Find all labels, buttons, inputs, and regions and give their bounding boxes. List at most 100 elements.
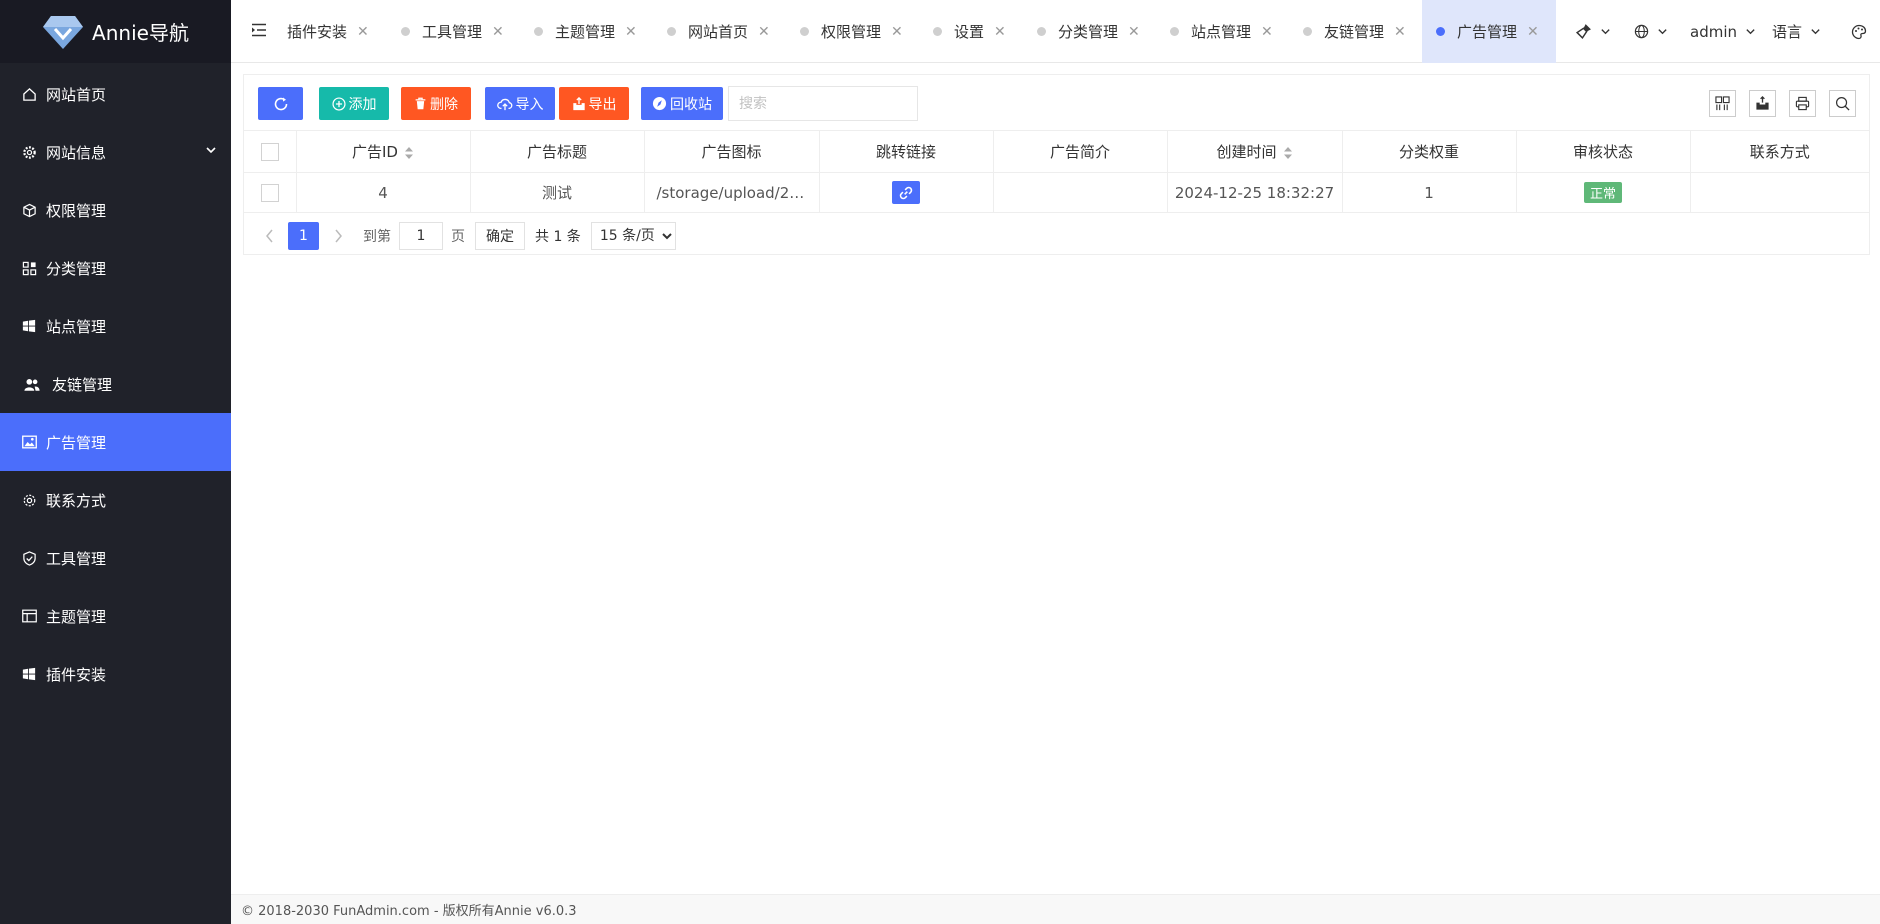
refresh-icon [273,96,289,112]
table-header-row: 广告ID 广告标题 广告图标 跳转链接 广告简介 创建时间 分类权重 审核状态 … [244,130,1869,173]
column-header[interactable]: 广告ID [295,130,471,173]
tab-themes[interactable]: 主题管理 ✕ [534,0,637,63]
tab-links[interactable]: 友链管理 ✕ [1303,0,1406,63]
close-icon[interactable]: ✕ [1128,24,1140,40]
delete-button[interactable]: 删除 [401,87,471,120]
sidebar-item-label: 联系方式 [46,491,107,510]
tab-sites[interactable]: 站点管理 ✕ [1170,0,1273,63]
menu-fold-icon[interactable] [251,22,267,38]
main-content: 添加 删除 导入 导出 回收站 搜索 广告ID 广告标题 广告图标 跳转链接 广… [231,63,1880,894]
close-icon[interactable]: ✕ [625,24,637,40]
goto-page-input[interactable] [399,222,443,250]
close-icon[interactable]: ✕ [1261,24,1273,40]
sidebar-item-links[interactable]: 友链管理 [0,355,231,413]
tab-dot [933,27,942,36]
cell-created: 2024-12-25 18:32:27 [1166,172,1343,213]
image-icon [21,434,37,450]
refresh-button[interactable] [258,87,303,120]
tab-label: 设置 [954,23,985,41]
sidebar-item-home[interactable]: 网站首页 [0,65,231,123]
next-page-icon[interactable] [325,229,351,243]
tab-label: 友链管理 [1324,23,1385,41]
column-filter-button[interactable] [1709,90,1736,117]
sidebar: Annie导航 网站首页 网站信息 权限管理 分类管理 站点管理 友链管理 广告… [0,0,231,924]
sidebar-item-tools[interactable]: 工具管理 [0,529,231,587]
page-size-select[interactable]: 15 条/页 [590,222,676,250]
import-button[interactable]: 导入 [485,87,555,120]
cell-weight: 1 [1341,172,1517,213]
close-icon[interactable]: ✕ [492,24,504,40]
add-label: 添加 [348,96,377,113]
sidebar-item-ads[interactable]: 广告管理 [0,413,231,471]
cell-status: 正常 [1515,172,1691,213]
close-icon[interactable]: ✕ [357,24,369,40]
tab-dot [1170,27,1179,36]
print-button[interactable] [1789,90,1816,117]
windows-icon [21,318,37,334]
sidebar-item-site-info[interactable]: 网站信息 [0,123,231,181]
users-icon [24,376,40,392]
close-icon[interactable]: ✕ [758,24,770,40]
theme-button[interactable] [1851,0,1867,63]
sidebar-item-label: 友链管理 [52,375,113,394]
sidebar-item-themes[interactable]: 主题管理 [0,587,231,645]
select-all-checkbox[interactable] [260,142,279,161]
tab-label: 主题管理 [555,23,616,41]
tab-dot [800,27,809,36]
prev-page-icon[interactable] [256,229,282,243]
tab-settings[interactable]: 设置 ✕ [933,0,1006,63]
pagination: 1 到第 页 确定 共 1 条 15 条/页 [256,222,676,250]
tab-dot [1436,27,1445,36]
column-header: 广告图标 [643,130,820,173]
tab-ads[interactable]: 广告管理 ✕ [1422,0,1556,63]
sidebar-item-categories[interactable]: 分类管理 [0,239,231,297]
sidebar-item-label: 网站首页 [46,85,107,104]
sidebar-item-label: 站点管理 [46,317,107,336]
tab-dot [1303,27,1312,36]
tab-label: 广告管理 [1457,23,1518,41]
search-toggle-button[interactable] [1829,90,1856,117]
close-icon[interactable]: ✕ [1394,24,1406,40]
tab-home[interactable]: 网站首页 ✕ [667,0,770,63]
sidebar-item-label: 工具管理 [46,549,107,568]
tab-tools[interactable]: 工具管理 ✕ [401,0,504,63]
clear-cache-button[interactable] [1575,0,1611,63]
tab-categories[interactable]: 分类管理 ✕ [1037,0,1140,63]
sort-icon[interactable] [404,146,414,160]
page-current[interactable]: 1 [288,222,319,250]
cell-intro [992,172,1168,213]
column-header: 广告标题 [469,130,645,173]
sidebar-item-sites[interactable]: 站点管理 [0,297,231,355]
close-icon[interactable]: ✕ [994,24,1006,40]
user-name: admin [1690,22,1737,41]
site-menu[interactable] [1634,0,1668,63]
tab-plugins[interactable]: 插件安装 ✕ [287,0,369,63]
goto-confirm-button[interactable]: 确定 [475,222,525,250]
tab-permissions[interactable]: 权限管理 ✕ [800,0,903,63]
logo[interactable]: Annie导航 [0,0,231,63]
add-button[interactable]: 添加 [319,87,389,120]
user-menu[interactable]: admin [1690,0,1756,63]
sidebar-item-contact[interactable]: 联系方式 [0,471,231,529]
tab-dot [401,27,410,36]
chevron-down-icon [1600,26,1611,37]
search-input[interactable] [728,86,918,121]
recycle-bin-button[interactable]: 回收站 [641,87,723,120]
open-link-button[interactable] [892,181,920,204]
sidebar-menu: 网站首页 网站信息 权限管理 分类管理 站点管理 友链管理 广告管理 联系方式 … [0,63,231,703]
language-menu[interactable]: 语言 [1772,0,1821,63]
sidebar-item-permissions[interactable]: 权限管理 [0,181,231,239]
close-icon[interactable]: ✕ [1527,24,1539,40]
export-button[interactable]: 导出 [559,87,629,120]
sidebar-item-plugins[interactable]: 插件安装 [0,645,231,703]
column-header[interactable]: 创建时间 [1166,130,1343,173]
table-row[interactable]: 4 测试 /storage/upload/20... 2024-12-25 18… [244,172,1869,213]
row-checkbox[interactable] [260,183,279,202]
plus-circle-icon [331,96,346,111]
export-tool-button[interactable] [1749,90,1776,117]
sidebar-item-label: 广告管理 [46,433,107,452]
close-icon[interactable]: ✕ [891,24,903,40]
palette-icon [1851,24,1867,40]
tab-dot [667,27,676,36]
sort-icon[interactable] [1283,146,1293,160]
